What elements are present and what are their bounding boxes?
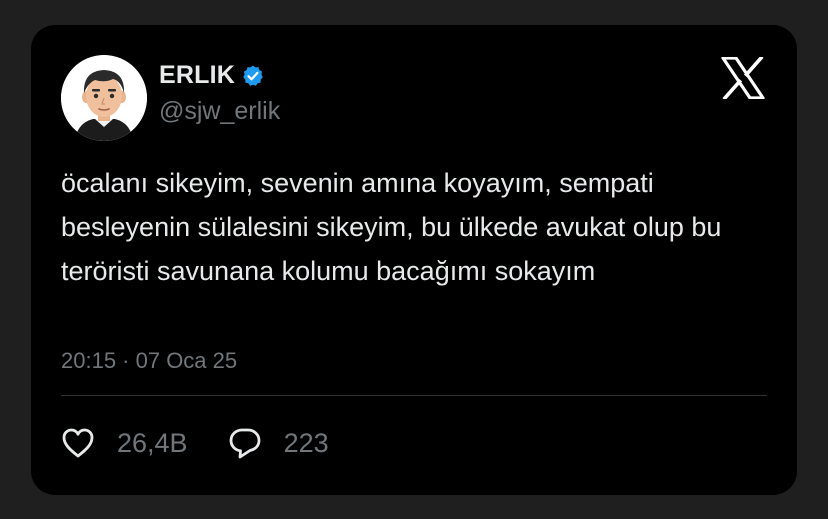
tweet-actions: 26,4B 223 [61, 427, 329, 459]
tweet-card: ERLIK @sjw_erlik öcalanı sikeyim, seveni… [31, 25, 797, 495]
author-display-name[interactable]: ERLIK [159, 61, 235, 90]
author-name-row: ERLIK [159, 61, 265, 90]
reply-count: 223 [283, 427, 329, 458]
tweet-text: öcalanı sikeyim, sevenin amına koyayım, … [61, 168, 722, 286]
heart-icon [61, 427, 95, 459]
x-logo-icon[interactable] [721, 57, 765, 99]
like-button[interactable]: 26,4B [61, 427, 188, 459]
reply-icon [228, 427, 262, 459]
author-handle[interactable]: @sjw_erlik [159, 97, 280, 126]
like-count: 26,4B [117, 427, 188, 458]
reply-button[interactable]: 223 [228, 427, 329, 459]
avatar-illustration [61, 55, 147, 141]
divider [61, 395, 767, 396]
verified-badge-icon [241, 64, 265, 88]
avatar[interactable] [61, 55, 147, 141]
tweet-timestamp[interactable]: 20:15 · 07 Oca 25 [61, 348, 237, 374]
